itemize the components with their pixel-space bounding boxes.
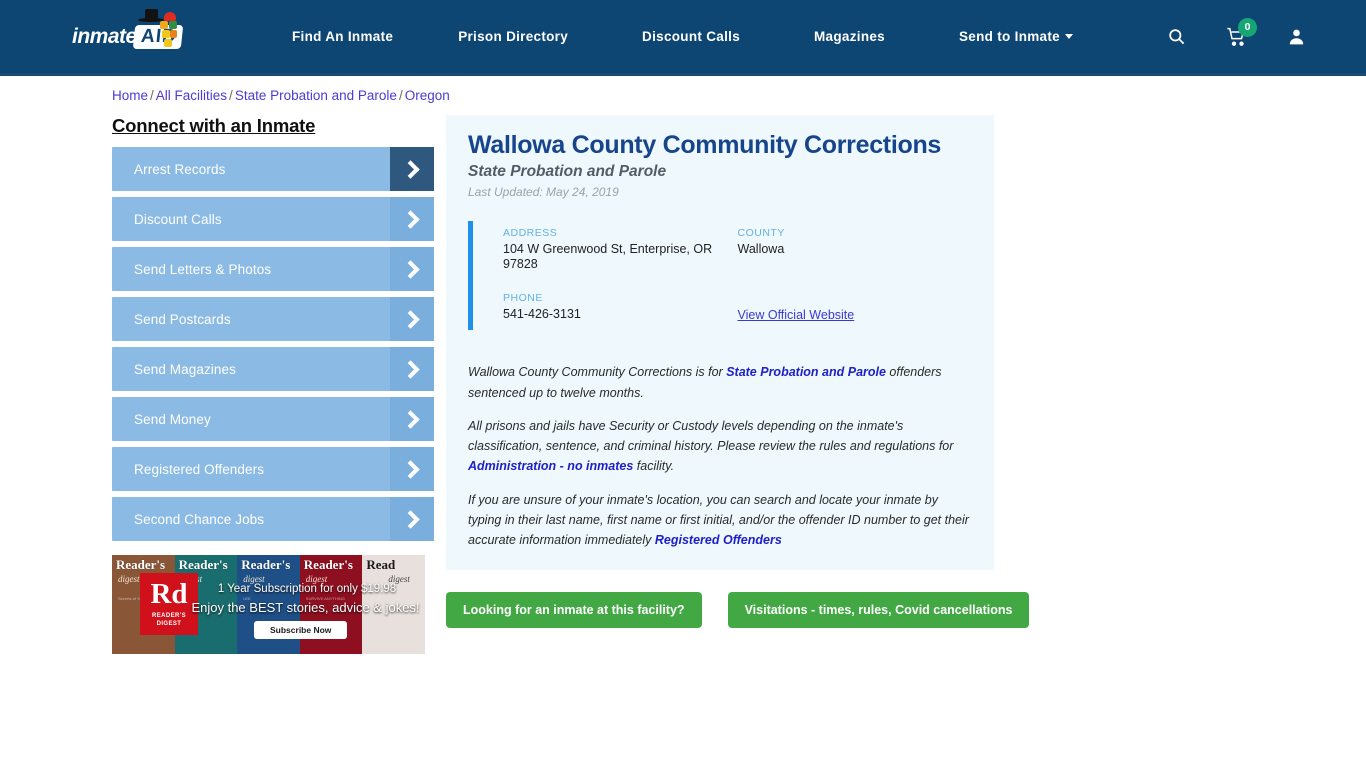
breadcrumb-item-home[interactable]: Home xyxy=(112,88,148,103)
p3-link-registered-offenders[interactable]: Registered Offenders xyxy=(655,533,782,547)
sidebar-item-discount-calls[interactable]: Discount Calls xyxy=(112,197,434,241)
ad-logo-mark: Rd xyxy=(150,577,188,610)
action-button-row: Looking for an inmate at this facility? … xyxy=(446,592,1030,629)
chevron-right-icon xyxy=(390,247,434,291)
breadcrumb-item-all-facilities[interactable]: All Facilities xyxy=(156,88,227,103)
ad-cover-title: Reader's xyxy=(116,557,166,572)
sidebar-item-label: Discount Calls xyxy=(134,211,222,227)
ad-cover-title: Reader's xyxy=(303,557,353,572)
ad-cover-title: Reader's xyxy=(178,557,228,572)
phone-label: PHONE xyxy=(503,292,543,304)
chevron-right-icon xyxy=(390,147,434,191)
ad-cover-title: Reader's xyxy=(241,557,291,572)
sidebar-item-send-postcards[interactable]: Send Postcards xyxy=(112,297,434,341)
nav-item-send-to-inmate-label: Send to Inmate xyxy=(959,29,1060,44)
sidebar-heading: Connect with an Inmate xyxy=(112,115,316,136)
main-nav-links: Find An Inmate Prison Directory Discount… xyxy=(264,29,1110,44)
ad-subheadline: Enjoy the BEST stories, advice & jokes! xyxy=(191,600,420,615)
p2-link-administration-no-inmates[interactable]: Administration - no inmates xyxy=(468,459,633,473)
chevron-right-icon xyxy=(390,397,434,441)
sidebar-item-second-chance-jobs[interactable]: Second Chance Jobs xyxy=(112,497,434,541)
sidebar: Connect with an Inmate Arrest Records Di… xyxy=(112,115,434,654)
p1-text-a: Wallowa County Community Corrections is … xyxy=(468,365,727,380)
nav-item-discount-calls[interactable]: Discount Calls xyxy=(605,29,777,44)
header-icon-group: 0 xyxy=(1167,17,1306,47)
main-content: Wallowa County Community Corrections Sta… xyxy=(446,115,1030,654)
sidebar-item-label: Send Postcards xyxy=(134,311,231,327)
page-title: Wallowa County Community Corrections xyxy=(468,131,942,159)
chevron-right-icon xyxy=(390,347,434,391)
advertisement-banner[interactable]: Reader's digest Secrets of Your Mind Rea… xyxy=(112,555,425,654)
chevron-right-icon xyxy=(390,297,434,341)
county-group: COUNTY Wallowa xyxy=(738,227,973,258)
info-column-right: COUNTY Wallowa View Official Website xyxy=(738,227,973,325)
chevron-right-icon xyxy=(390,197,434,241)
phone-group: PHONE 541-426-3131 xyxy=(503,292,738,323)
sidebar-item-send-magazines[interactable]: Send Magazines xyxy=(112,347,434,391)
site-logo[interactable]: inmate AID xyxy=(72,8,194,58)
sidebar-item-label: Send Letters & Photos xyxy=(134,261,272,277)
address-label: ADDRESS xyxy=(503,226,558,239)
sidebar-item-label: Arrest Records xyxy=(134,161,226,177)
nav-item-magazines[interactable]: Magazines xyxy=(777,29,922,44)
phone-value: 541-426-3131 xyxy=(503,307,581,321)
ad-headline: 1 Year Subscription for only $19.98 xyxy=(217,583,397,595)
last-updated-text: Last Updated: May 24, 2019 xyxy=(468,184,619,199)
chevron-right-icon xyxy=(390,497,434,541)
address-value: 104 W Greenwood St, Enterprise, OR 97828 xyxy=(503,241,713,272)
ad-cover-title: Read xyxy=(366,557,396,572)
view-official-website-link[interactable]: View Official Website xyxy=(738,308,855,322)
nav-item-prison-directory[interactable]: Prison Directory xyxy=(421,29,605,44)
page-body: Connect with an Inmate Arrest Records Di… xyxy=(0,115,1366,654)
logo-mascot-icon xyxy=(158,11,180,52)
breadcrumb-separator: / xyxy=(398,88,403,103)
user-account-icon[interactable] xyxy=(1287,27,1306,46)
sidebar-item-registered-offenders[interactable]: Registered Offenders xyxy=(112,447,434,491)
facility-info-box: ADDRESS 104 W Greenwood St, Enterprise, … xyxy=(468,220,973,331)
shopping-cart-icon[interactable]: 0 xyxy=(1226,17,1257,47)
facility-panel: Wallowa County Community Corrections Sta… xyxy=(446,115,994,571)
cart-count-badge: 0 xyxy=(1238,17,1257,37)
search-icon[interactable] xyxy=(1167,27,1186,46)
logo-word-inmate: inmate xyxy=(72,24,137,48)
ad-logo-sub: READER'S DIGEST xyxy=(152,612,186,627)
sidebar-item-arrest-records[interactable]: Arrest Records xyxy=(112,147,434,191)
p2-text-a: All prisons and jails have Security or C… xyxy=(468,418,954,454)
breadcrumb-separator: / xyxy=(229,88,233,103)
description-paragraph-2: All prisons and jails have Security or C… xyxy=(468,416,972,477)
sidebar-item-send-letters-and-photos[interactable]: Send Letters & Photos xyxy=(112,247,434,291)
county-label: COUNTY xyxy=(737,226,785,239)
breadcrumb: Home / All Facilities / State Probation and … xyxy=(112,88,1366,103)
ad-cover-subtitle: digest xyxy=(118,574,140,584)
ad-subscribe-button[interactable]: Subscribe Now xyxy=(254,621,348,639)
breadcrumb-item-oregon[interactable]: Oregon xyxy=(405,88,450,103)
sidebar-item-label: Send Magazines xyxy=(134,361,236,377)
county-value: Wallowa xyxy=(737,241,785,256)
top-navigation-bar: inmate AID Find An Inmate Prison Directo… xyxy=(0,0,1366,76)
breadcrumb-separator: / xyxy=(150,88,154,103)
description-paragraph-3: If you are unsure of your inmate's locat… xyxy=(468,490,972,551)
nav-item-find-an-inmate[interactable]: Find An Inmate xyxy=(264,29,421,44)
visitations-button[interactable]: Visitations - times, rules, Covid cancel… xyxy=(727,592,1030,629)
info-column-left: ADDRESS 104 W Greenwood St, Enterprise, … xyxy=(503,227,738,325)
nav-item-send-to-inmate[interactable]: Send to Inmate xyxy=(922,29,1110,44)
chevron-right-icon xyxy=(390,447,434,491)
sidebar-item-label: Registered Offenders xyxy=(134,461,265,477)
address-group: ADDRESS 104 W Greenwood St, Enterprise, … xyxy=(503,227,738,273)
p2-text-b: facility. xyxy=(633,459,675,474)
p1-link-state-probation-and-parole[interactable]: State Probation and Parole xyxy=(726,365,886,379)
sidebar-item-label: Send Money xyxy=(134,411,211,427)
facility-type: State Probation and Parole xyxy=(468,162,667,180)
sidebar-item-label: Second Chance Jobs xyxy=(134,511,265,527)
breadcrumb-item-state-probation-and-parole[interactable]: State Probation and Parole xyxy=(235,88,397,103)
description-paragraph-1: Wallowa County Community Corrections is … xyxy=(468,362,972,403)
facility-description: Wallowa County Community Corrections is … xyxy=(468,362,972,550)
chevron-down-icon xyxy=(1064,34,1073,39)
sidebar-item-send-money[interactable]: Send Money xyxy=(112,397,434,441)
looking-for-inmate-button[interactable]: Looking for an inmate at this facility? xyxy=(446,592,702,629)
